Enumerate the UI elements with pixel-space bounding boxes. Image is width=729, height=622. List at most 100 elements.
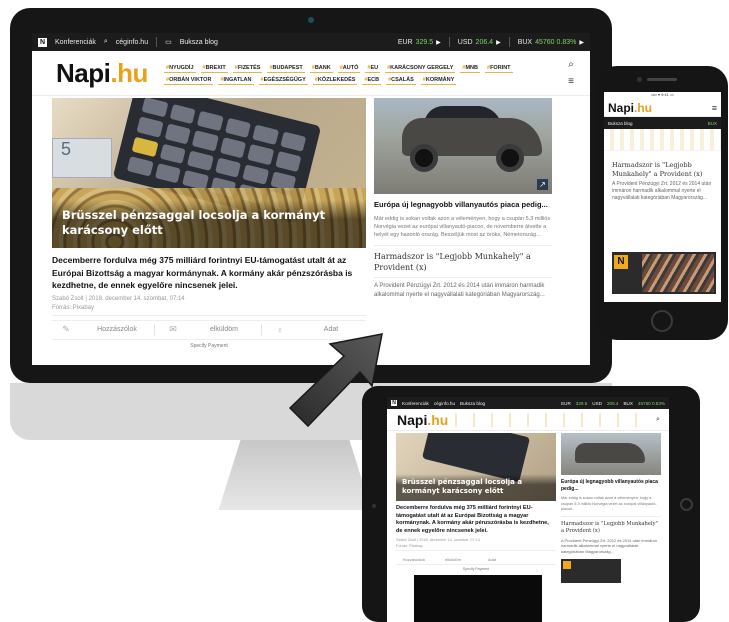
tablet-device: N Konferenciák céginfo.hu Buksza blog EU… bbox=[362, 386, 700, 622]
eur-label[interactable]: EUR bbox=[561, 401, 571, 406]
tag-link[interactable]: AUTÓ bbox=[337, 64, 361, 73]
eur-ticker[interactable]: EUR 329.5 ▶ bbox=[398, 39, 441, 46]
logo-tld: .hu bbox=[427, 411, 449, 428]
phone-article-title[interactable]: Harmadszor is "Legjobb Munkahely" a Prov… bbox=[612, 161, 715, 178]
bux-value: 45760 0.83% bbox=[535, 38, 577, 46]
konferenciak-link[interactable]: Konferenciák bbox=[402, 401, 429, 406]
bux-ticker[interactable]: BUX 45760 0.83% ▶ bbox=[518, 39, 584, 46]
tablet-camera bbox=[372, 504, 376, 508]
play-icon: ▶ bbox=[436, 39, 441, 46]
search-icon: ⌕ bbox=[103, 38, 108, 45]
ceginfo-link[interactable]: céginfo.hu bbox=[116, 39, 148, 46]
tablet-car-image[interactable] bbox=[561, 433, 661, 475]
n-logo-icon: N bbox=[614, 255, 628, 269]
tag-link[interactable]: BREXIT bbox=[200, 64, 228, 73]
tablet-lead-image[interactable]: Brüsszel pénzsaggal locsolja a kormányt … bbox=[396, 433, 556, 501]
tablet-side2-text: A Provident Pénzügyi Zrt. 2012 és 2014 u… bbox=[561, 537, 658, 555]
buksza-blog-link[interactable]: Buksza blog bbox=[180, 39, 218, 46]
search-icon[interactable]: ⌕ bbox=[568, 59, 574, 70]
konferenciak-link[interactable]: Konferenciák bbox=[55, 39, 96, 46]
site-logo[interactable]: Napi.hu bbox=[36, 58, 164, 89]
hamburger-menu-icon[interactable]: ≡ bbox=[568, 76, 574, 87]
side-article-text: Már eddig is sokan voltak azon a vélemén… bbox=[374, 215, 552, 246]
tag-link[interactable]: FIZETÉS bbox=[232, 64, 263, 73]
car-image[interactable]: ↗ bbox=[374, 98, 552, 194]
usd-label[interactable]: USD bbox=[592, 401, 602, 406]
side-article2-text: A Provident Pénzügyi Zrt. 2012 és 2014 u… bbox=[374, 283, 545, 298]
usd-ticker[interactable]: USD 206.4 ▶ bbox=[458, 39, 501, 46]
tablet-side2-title[interactable]: Harmadszor is "Legjobb Munkahely" a Prov… bbox=[561, 521, 661, 535]
phone-device: •••• ▾ 9:41 ▭ Napi.hu ≡ Buksza blog BUX … bbox=[597, 66, 728, 340]
send-button[interactable]: elküldöm bbox=[435, 557, 471, 562]
tag-link[interactable]: ECB bbox=[362, 76, 382, 85]
tag-link[interactable]: FORINT bbox=[485, 64, 513, 73]
lead-title[interactable]: Brüsszel pénzsaggal locsolja a kormányt … bbox=[52, 200, 366, 248]
tag-link[interactable]: ORBÁN VIKTOR bbox=[164, 76, 214, 85]
tablet-ad-banner[interactable] bbox=[561, 558, 621, 583]
phone-header: Napi.hu ≡ bbox=[604, 99, 721, 117]
phone-camera bbox=[637, 77, 642, 82]
bux-label: BUX bbox=[517, 38, 533, 46]
phone-ad-banner[interactable]: N bbox=[612, 252, 716, 294]
tag-link[interactable]: EU bbox=[365, 64, 381, 73]
tablet-side-title[interactable]: Európa új legnagyobb villanyautós piaca … bbox=[561, 479, 661, 493]
logo-tld: .hu bbox=[634, 100, 653, 115]
header-icons: ⌕ ≡ bbox=[560, 59, 582, 87]
n-logo-icon: N bbox=[38, 37, 47, 47]
tag-link[interactable]: CSALÁS bbox=[386, 76, 416, 85]
tag-link[interactable]: BUDAPEST bbox=[267, 64, 305, 73]
ad-image bbox=[642, 254, 714, 292]
lead-image[interactable]: 5 Brüsszel pénzsaggal locsolja a kormány… bbox=[52, 98, 366, 248]
eur-value: 329.5 bbox=[575, 400, 588, 406]
tablet-logo[interactable]: Napi.hu bbox=[391, 412, 451, 428]
banknote-image: 5 bbox=[52, 138, 112, 178]
tablet-header: Napi.hu ⌕ bbox=[387, 409, 669, 431]
tag-link[interactable]: NYUGDÍJ bbox=[164, 64, 196, 73]
tag-link[interactable]: KORMÁNY bbox=[420, 76, 457, 85]
tag-link[interactable]: INGATLAN bbox=[218, 76, 254, 85]
tablet-content: Brüsszel pénzsaggal locsolja a kormányt … bbox=[387, 431, 669, 622]
lead-byline: Szabó Zsolt | 2018. december 14. szombat… bbox=[52, 295, 185, 302]
phone-article-text: A Provident Pénzügyi Zrt. 2012 és 2014 u… bbox=[612, 181, 712, 201]
video-player[interactable] bbox=[414, 575, 542, 622]
tag-link[interactable]: KARÁCSONY GERGELY bbox=[385, 64, 456, 73]
tag-link[interactable]: BANK bbox=[309, 64, 333, 73]
play-icon: ▶ bbox=[579, 39, 584, 46]
buksza-blog-link[interactable]: Buksza blog bbox=[608, 121, 633, 126]
monitor-stand bbox=[218, 440, 372, 510]
lead-article: 5 Brüsszel pénzsaggal locsolja a kormány… bbox=[52, 98, 366, 349]
phone-screen: •••• ▾ 9:41 ▭ Napi.hu ≡ Buksza blog BUX … bbox=[604, 92, 721, 302]
tag-link[interactable]: MNB bbox=[460, 64, 480, 73]
pencil-icon[interactable]: ✎ bbox=[52, 324, 80, 335]
desktop-screen: N Konferenciák ⌕ céginfo.hu ▭ Buksza blo… bbox=[32, 33, 590, 365]
envelope-icon[interactable]: ✉ bbox=[159, 324, 187, 335]
tablet-lead-article: Brüsszel pénzsaggal locsolja a kormányt … bbox=[396, 433, 556, 622]
lead-summary: Decemberre fordulva még 375 milliárd for… bbox=[52, 255, 353, 290]
bux-label[interactable]: BUX bbox=[623, 401, 632, 406]
hamburger-menu-icon[interactable]: ≡ bbox=[712, 103, 717, 113]
side-article2-title[interactable]: Harmadszor is "Legjobb Munkahely" a Prov… bbox=[374, 251, 552, 278]
logo-name: Napi bbox=[56, 57, 111, 88]
tag-list: NYUGDÍJ BREXIT FIZETÉS BUDAPEST BANK AUT… bbox=[164, 62, 560, 85]
more-button[interactable]: Adat bbox=[474, 557, 510, 562]
phone-logo[interactable]: Napi.hu bbox=[608, 101, 652, 115]
side-article-title[interactable]: Európa új legnagyobb villanyautós piaca … bbox=[374, 200, 552, 210]
buksza-blog-link[interactable]: Buksza blog bbox=[460, 401, 485, 406]
bux-label[interactable]: BUX bbox=[708, 121, 717, 126]
logo-tld: .hu bbox=[110, 57, 148, 88]
ceginfo-link[interactable]: céginfo.hu bbox=[434, 401, 455, 406]
tablet-top-bar: N Konferenciák céginfo.hu Buksza blog EU… bbox=[387, 397, 669, 409]
tag-link[interactable]: KÖZLEKEDÉS bbox=[312, 76, 358, 85]
side-column: ↗ Európa új legnagyobb villanyautós piac… bbox=[374, 98, 552, 349]
send-button[interactable]: elküldöm bbox=[191, 326, 257, 333]
phone-ticker-bar: Buksza blog BUX bbox=[604, 117, 721, 129]
tablet-lead-title[interactable]: Brüsszel pénzsaggal locsolja a kormányt … bbox=[396, 474, 556, 501]
comment-button[interactable]: Hozzászólok bbox=[396, 557, 432, 562]
tag-link[interactable]: EGÉSZSÉGÜGY bbox=[258, 76, 308, 85]
usd-value: 206.4 bbox=[606, 400, 619, 406]
search-icon[interactable]: ⌕ bbox=[651, 416, 665, 424]
phone-speaker bbox=[647, 78, 677, 81]
eur-value: 329.5 bbox=[415, 38, 434, 46]
comment-button[interactable]: Hozzászólok bbox=[84, 326, 150, 333]
gallery-icon[interactable]: ↗ bbox=[537, 179, 548, 190]
